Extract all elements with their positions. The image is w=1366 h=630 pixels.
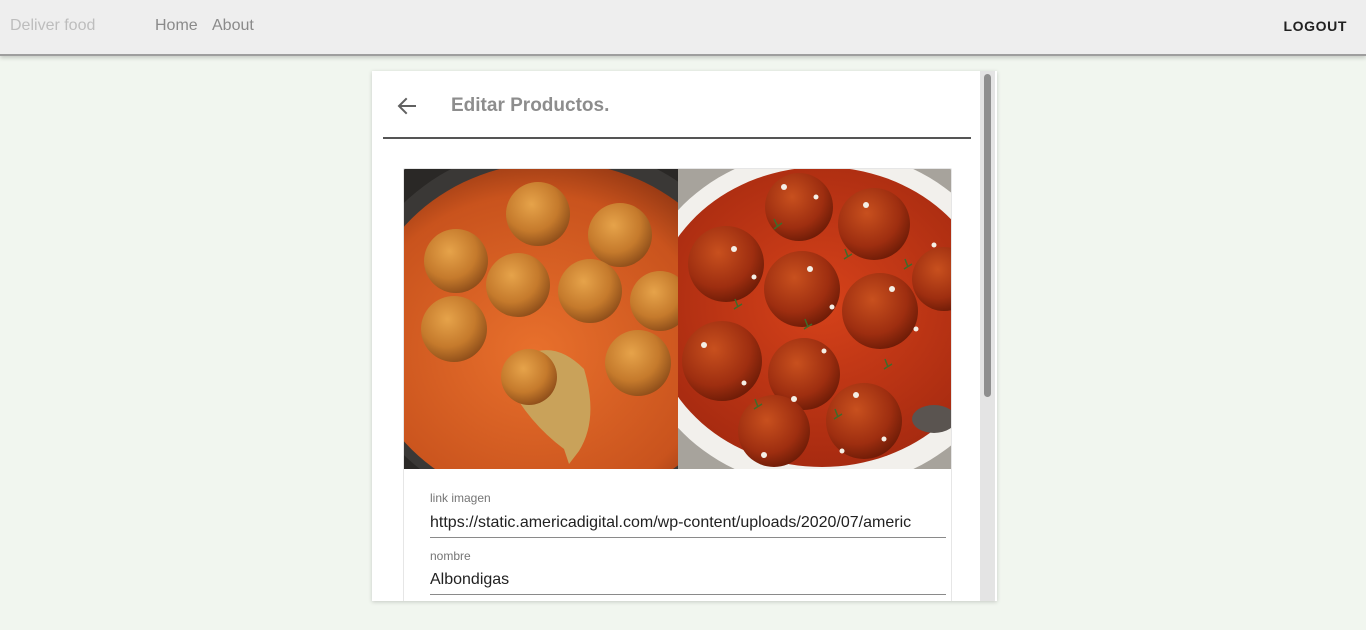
scrollbar-thumb[interactable] — [984, 74, 991, 397]
top-app-bar: Deliver food Home About LOGOUT — [0, 0, 1366, 56]
product-card: link imagen nombre — [403, 168, 952, 601]
brand-title[interactable]: Deliver food — [10, 17, 95, 35]
product-image — [404, 169, 951, 469]
image-link-label: link imagen — [430, 491, 491, 505]
name-input[interactable] — [430, 570, 946, 590]
page-title: Editar Productos. — [451, 95, 610, 116]
image-link-input[interactable] — [430, 513, 946, 533]
nav-home-link[interactable]: Home — [155, 17, 198, 35]
nav-about-link[interactable]: About — [212, 17, 254, 35]
name-underline — [430, 594, 946, 595]
back-button[interactable] — [396, 95, 418, 117]
name-label: nombre — [430, 549, 471, 563]
edit-product-dialog: Editar Productos. link imagen https://st… — [372, 71, 997, 601]
dialog-scrollbar[interactable] — [980, 71, 995, 601]
title-divider — [383, 137, 971, 139]
logout-button[interactable]: LOGOUT — [1284, 18, 1347, 34]
arrow-left-icon — [397, 97, 416, 115]
image-link-underline — [430, 537, 946, 538]
